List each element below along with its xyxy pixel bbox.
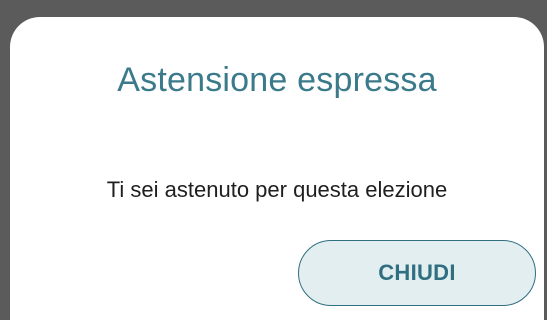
close-button[interactable]: CHIUDI <box>298 240 536 306</box>
dialog-title: Astensione espressa <box>117 61 437 99</box>
abstention-dialog: Astensione espressa Ti sei astenuto per … <box>10 17 544 320</box>
dialog-message: Ti sei astenuto per questa elezione <box>106 177 448 202</box>
